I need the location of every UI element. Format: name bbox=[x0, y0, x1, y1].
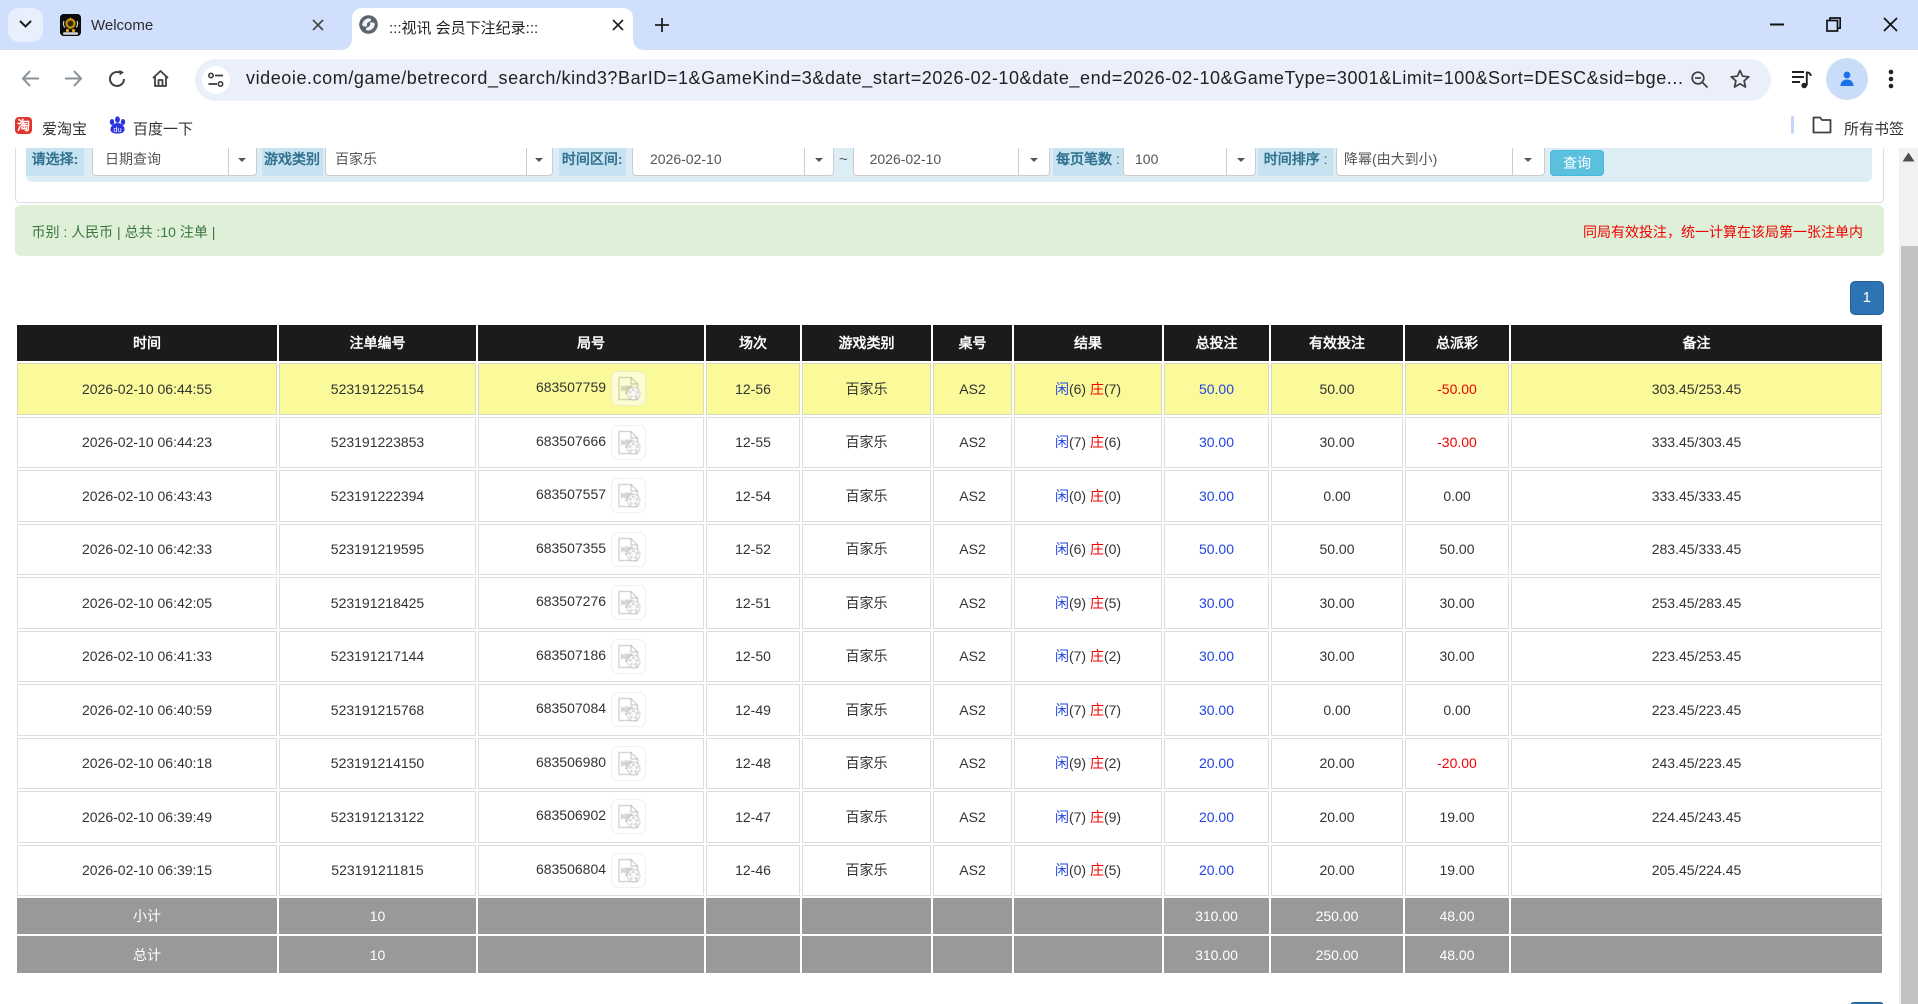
svg-text:du: du bbox=[113, 125, 121, 134]
